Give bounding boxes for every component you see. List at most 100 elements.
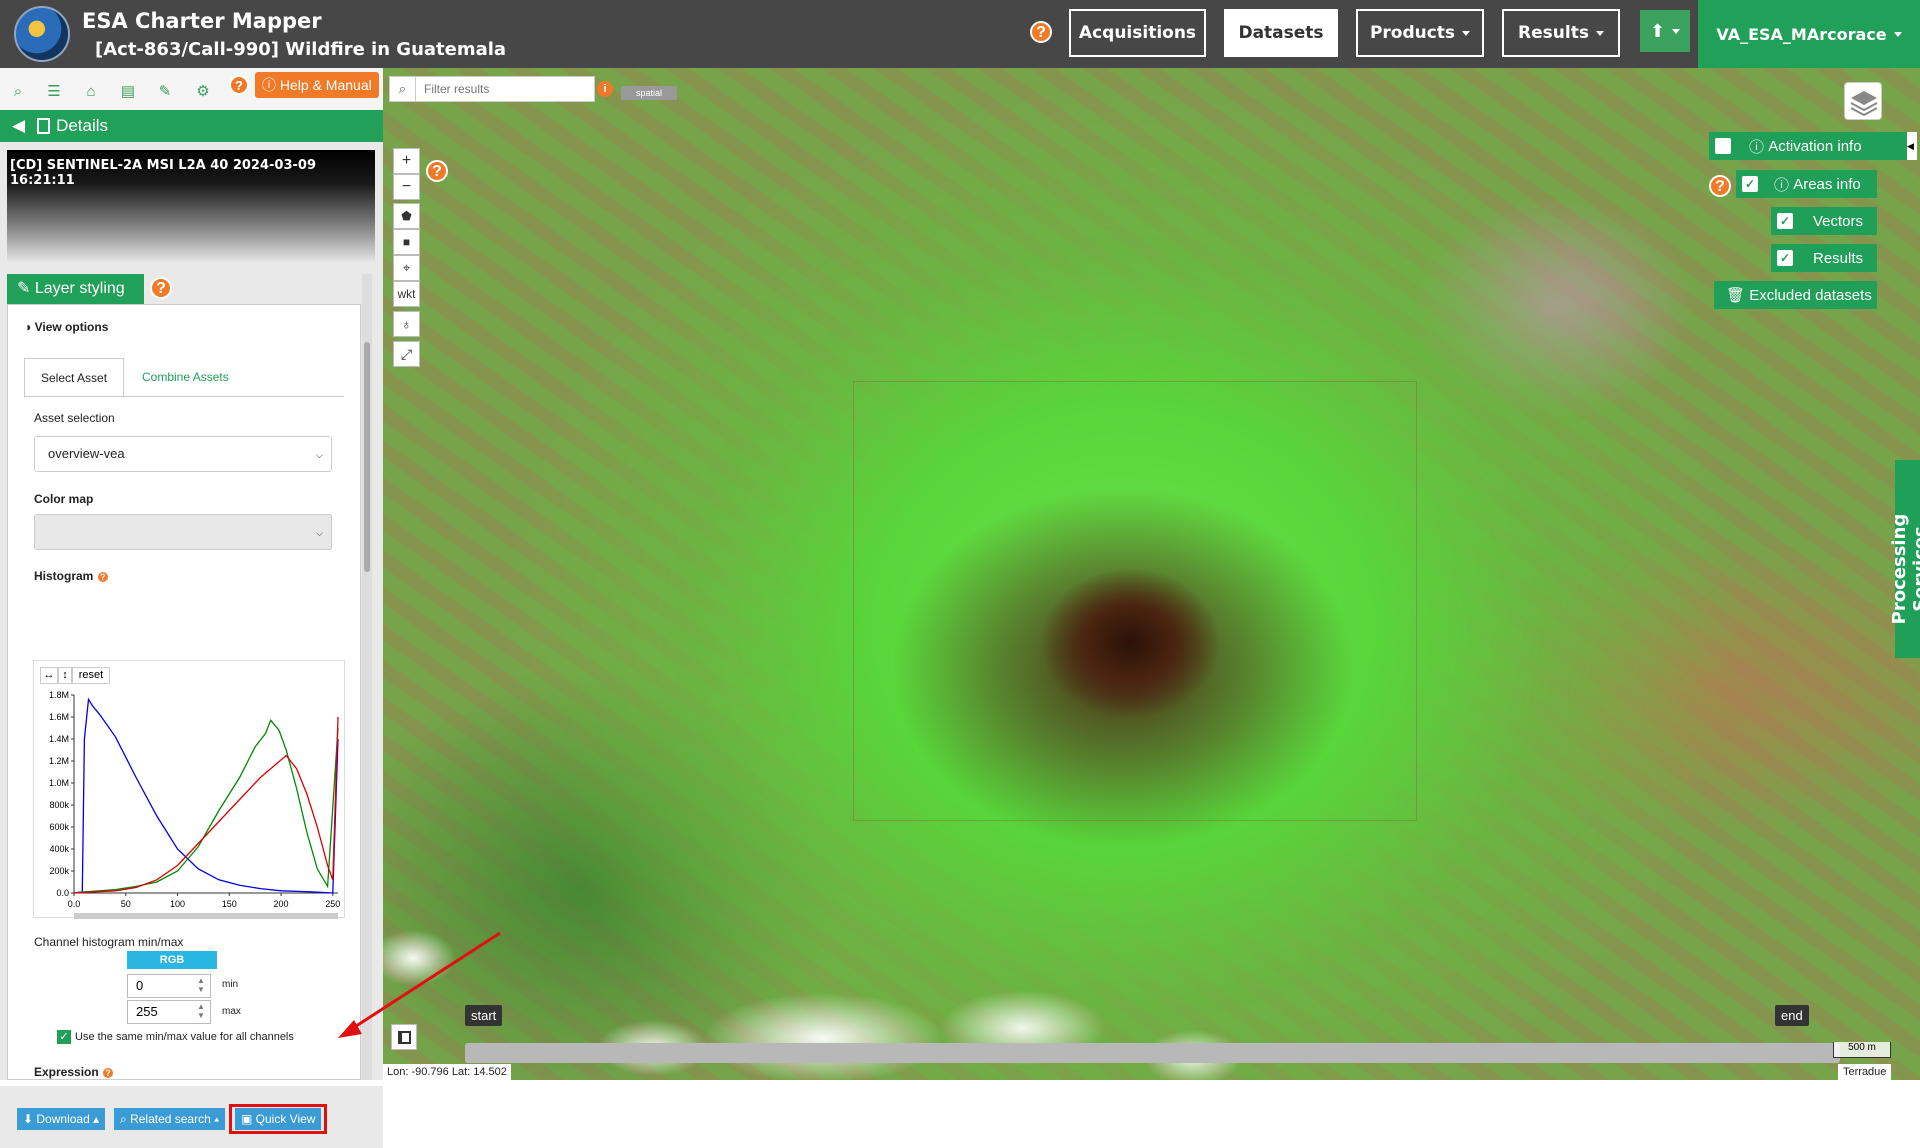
activation-info-toggle[interactable]: ⓘ Activation info: [1709, 132, 1907, 160]
expression-heading: Expression ?: [34, 1065, 115, 1079]
gear-icon[interactable]: ⚙: [193, 82, 213, 102]
nav-acquisitions-button[interactable]: Acquisitions: [1069, 9, 1206, 57]
header-help-icon[interactable]: ?: [1030, 21, 1052, 43]
same-minmax-checkbox[interactable]: ✓: [57, 1030, 71, 1044]
details-header[interactable]: ◀ Details: [0, 110, 383, 142]
user-menu[interactable]: VA_ESA_MArcorace: [1698, 0, 1920, 68]
draw-polygon-icon[interactable]: ⬟: [393, 203, 420, 229]
panel-scrollbar[interactable]: [362, 274, 372, 1080]
trash-icon: 🗑︎: [1726, 287, 1746, 304]
areas-info-toggle[interactable]: ✓ ⓘ Areas info: [1736, 170, 1877, 198]
areas-info-checkbox[interactable]: ✓: [1742, 176, 1758, 192]
info-icon: ⓘ: [1774, 176, 1790, 194]
layer-styling-help-icon[interactable]: ?: [150, 277, 172, 299]
basket-icon[interactable]: ⌂: [81, 82, 101, 102]
histogram-x-tick-label: 200: [274, 899, 289, 909]
same-minmax-label: Use the same min/max value for all chann…: [75, 1031, 294, 1043]
right-panel-collapse-handle[interactable]: ◀: [1907, 132, 1917, 160]
info-icon: ⓘ: [262, 77, 280, 93]
processing-services-tab[interactable]: Processing Services: [1889, 460, 1920, 658]
spatial-badge[interactable]: spatial: [621, 86, 678, 100]
map-extent-icon[interactable]: [391, 1024, 417, 1050]
excluded-datasets-label: Excluded datasets: [1749, 286, 1872, 304]
zoom-out-button[interactable]: −: [393, 174, 420, 200]
chevron-down-icon: ⌵: [316, 528, 323, 538]
stepper-icon[interactable]: ▲ ▼: [195, 976, 207, 996]
histogram-heading: Histogram ?: [34, 569, 109, 583]
tab-combine-assets[interactable]: Combine Assets: [126, 358, 245, 396]
expression-help-icon[interactable]: ?: [102, 1067, 115, 1079]
wkt-button[interactable]: wkt: [393, 281, 420, 307]
details-label: Details: [56, 116, 109, 135]
vectors-toggle[interactable]: ✓ Vectors: [1771, 207, 1877, 235]
results-checkbox[interactable]: ✓: [1777, 250, 1793, 266]
min-input[interactable]: 0 ▲ ▼: [127, 974, 211, 998]
nav-acquisitions-label: Acquisitions: [1078, 23, 1197, 43]
asset-selection-select[interactable]: overview-vea ⌵: [34, 436, 332, 472]
panel-help-icon[interactable]: ?: [229, 75, 249, 95]
color-map-select[interactable]: ⌵: [34, 514, 332, 550]
channel-minmax-label: Channel histogram min/max: [34, 935, 184, 949]
list-icon[interactable]: ☰: [44, 82, 64, 102]
chevron-down-icon: [1595, 30, 1604, 36]
areas-help-icon[interactable]: ?: [1709, 175, 1731, 197]
stepper-icon[interactable]: ▲ ▼: [195, 1002, 207, 1022]
activation-info-checkbox[interactable]: [1715, 138, 1731, 154]
results-toggle[interactable]: ✓ Results: [1771, 244, 1877, 272]
zoom-in-button[interactable]: +: [393, 148, 420, 174]
quick-view-highlight: [229, 1104, 327, 1134]
histogram-help-icon[interactable]: ?: [96, 571, 109, 583]
histogram-x-tick-label: 250: [325, 899, 340, 909]
help-manual-button[interactable]: ⓘ Help & Manual: [255, 72, 379, 98]
globe-icon[interactable]: ♁: [393, 311, 420, 337]
download-button[interactable]: ⬇︎ Download ▴: [17, 1108, 106, 1130]
draw-point-icon[interactable]: ⌖: [393, 255, 420, 281]
filter-info-icon[interactable]: i: [597, 81, 613, 97]
filter-results: ⌕: [389, 76, 595, 102]
nav-products-button[interactable]: Products: [1356, 9, 1484, 57]
max-input[interactable]: 255 ▲ ▼: [127, 1000, 211, 1024]
dataset-actions: ⬇︎ Download ▴ ⌕ Related search ▴ ▣ Quick…: [0, 1086, 383, 1148]
search-icon[interactable]: ⌕: [390, 77, 416, 101]
processing-services-label: Processing Services: [1889, 513, 1920, 625]
upload-button[interactable]: ⬆︎: [1640, 10, 1690, 52]
pencil-icon[interactable]: ✎: [155, 82, 175, 102]
help-manual-label: Help & Manual: [279, 77, 372, 93]
layer-styling-header[interactable]: ✎ Layer styling ⌄: [7, 274, 144, 314]
map-help-icon[interactable]: ?: [426, 160, 448, 182]
vectors-checkbox[interactable]: ✓: [1777, 213, 1793, 229]
nav-datasets-button[interactable]: Datasets: [1224, 9, 1338, 57]
search-icon[interactable]: ⌕: [8, 82, 28, 102]
max-value: 255: [136, 1004, 158, 1019]
filter-results-input[interactable]: [416, 81, 586, 97]
layers-icon[interactable]: [1844, 82, 1882, 120]
timeline-end-label[interactable]: end: [1775, 1005, 1809, 1026]
tab-select-asset[interactable]: Select Asset: [24, 358, 125, 398]
areas-info-label: Areas info: [1793, 175, 1861, 193]
draw-rectangle-icon[interactable]: ■: [393, 229, 420, 255]
map-view[interactable]: ⌕ i spatial + − ? ⬟ ■ ⌖ wkt ♁ ⤢ ⓘ Activa…: [383, 68, 1920, 1080]
histogram-y-tick-label: 400k: [49, 844, 69, 854]
dataset-title: [CD] SENTINEL-2A MSI L2A 40 2024-03-09 1…: [10, 158, 316, 188]
histogram-chart: ↔ ↕ reset 1.8M 1.6M 1.4M 1.2M 1.0M 800k 600k 40…: [33, 660, 345, 919]
scrollbar-thumb[interactable]: [364, 342, 370, 572]
left-panel: ⌕ ☰ ⌂ ▤ ✎ ⚙ ? ⓘ Help & Manual ◀ Details …: [0, 68, 395, 1148]
min-label: min: [222, 979, 239, 990]
histogram-y-tick-label: 1.6M: [49, 712, 69, 722]
histogram-y-tick-label: 200k: [49, 866, 69, 876]
esa-charter-logo[interactable]: [14, 6, 70, 62]
back-arrow-icon[interactable]: ◀: [12, 116, 25, 136]
nav-results-button[interactable]: Results: [1502, 9, 1620, 57]
results-label: Results: [1813, 249, 1864, 267]
activation-info-label: Activation info: [1768, 137, 1862, 155]
brush-icon: ✎: [17, 280, 31, 297]
timeline-start-label[interactable]: start: [465, 1005, 503, 1026]
related-search-button[interactable]: ⌕ Related search ▴: [114, 1108, 226, 1130]
fullscreen-icon[interactable]: ⤢: [393, 341, 420, 367]
document-icon: [37, 118, 51, 134]
excluded-datasets-button[interactable]: 🗑︎ Excluded datasets: [1714, 281, 1877, 309]
timeline-slider[interactable]: [465, 1043, 1840, 1063]
histogram-x-tick-label: 100: [170, 899, 185, 909]
channel-rgb-badge[interactable]: RGB: [127, 951, 217, 969]
archive-icon[interactable]: ▤: [118, 82, 138, 102]
